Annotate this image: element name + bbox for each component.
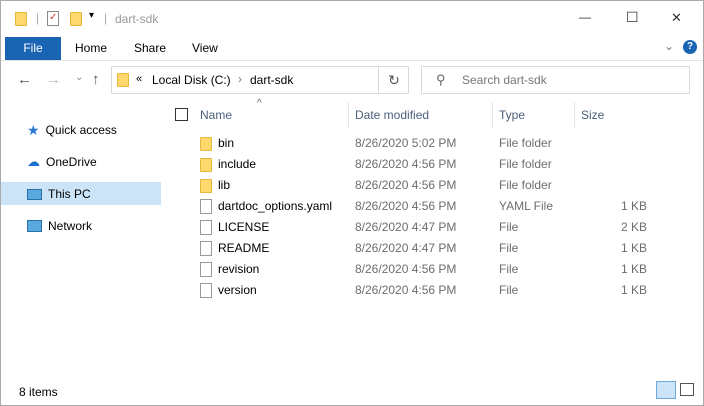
file-date: 8/26/2020 4:56 PM bbox=[355, 178, 457, 192]
close-button[interactable]: ✕ bbox=[671, 10, 682, 26]
properties-icon[interactable]: ✓ bbox=[47, 11, 59, 26]
file-date: 8/26/2020 5:02 PM bbox=[355, 136, 457, 150]
collapse-ribbon-icon[interactable]: ⌄ bbox=[664, 39, 674, 53]
search-input[interactable]: ⚲ Search dart-sdk bbox=[421, 66, 690, 94]
file-size: 1 KB bbox=[620, 241, 647, 255]
file-type: File bbox=[499, 220, 519, 234]
file-size: 1 KB bbox=[620, 199, 647, 213]
file-name: README bbox=[218, 241, 270, 255]
recent-locations-button[interactable]: ⌄ bbox=[75, 72, 83, 83]
maximize-button[interactable]: ☐ bbox=[626, 9, 639, 26]
file-row[interactable]: version 8/26/2020 4:56 PM File 1 KB bbox=[1, 280, 703, 301]
title-bar: | ✓ ▾ | dart-sdk — ☐ ✕ bbox=[1, 1, 703, 37]
file-name: dartdoc_options.yaml bbox=[218, 199, 333, 213]
forward-button[interactable]: → bbox=[46, 71, 61, 88]
file-type: File folder bbox=[499, 136, 552, 150]
file-date: 8/26/2020 4:56 PM bbox=[355, 199, 457, 213]
file-row[interactable]: lib 8/26/2020 4:56 PM File folder bbox=[1, 175, 703, 196]
column-name[interactable]: Name bbox=[200, 108, 232, 122]
column-size[interactable]: Size bbox=[581, 108, 604, 122]
tab-file[interactable]: File bbox=[5, 37, 61, 60]
details-view-button[interactable] bbox=[656, 381, 676, 399]
search-icon: ⚲ bbox=[436, 72, 446, 87]
folder-icon bbox=[200, 158, 212, 172]
new-folder-icon[interactable] bbox=[70, 12, 82, 26]
folder-icon bbox=[200, 179, 212, 193]
column-date-modified[interactable]: Date modified bbox=[355, 108, 429, 122]
file-name: bin bbox=[218, 136, 235, 150]
file-date: 8/26/2020 4:56 PM bbox=[355, 157, 457, 171]
back-button[interactable]: ← bbox=[17, 71, 32, 88]
file-type: File folder bbox=[499, 178, 552, 192]
select-all-checkbox[interactable] bbox=[175, 108, 188, 121]
file-size: 1 KB bbox=[620, 262, 647, 276]
file-date: 8/26/2020 4:56 PM bbox=[355, 262, 457, 276]
refresh-button[interactable]: ↻ bbox=[378, 66, 409, 94]
address-bar[interactable]: « Local Disk (C:) › dart-sdk ↻ bbox=[111, 66, 409, 94]
sort-ascending-icon: ^ bbox=[257, 98, 262, 109]
search-placeholder: Search dart-sdk bbox=[462, 73, 547, 87]
file-type: File bbox=[499, 283, 519, 297]
overflow-crumbs[interactable]: « bbox=[136, 73, 142, 85]
file-type: File bbox=[499, 241, 519, 255]
minimize-button[interactable]: — bbox=[579, 10, 591, 24]
file-size: 1 KB bbox=[620, 283, 647, 297]
file-name: LICENSE bbox=[218, 220, 270, 234]
large-icons-view-button[interactable] bbox=[680, 383, 694, 396]
file-date: 8/26/2020 4:47 PM bbox=[355, 241, 457, 255]
file-type: File folder bbox=[499, 157, 552, 171]
file-date: 8/26/2020 4:47 PM bbox=[355, 220, 457, 234]
status-item-count: 8 items bbox=[19, 385, 58, 399]
customize-qat-icon[interactable]: ▾ bbox=[89, 10, 94, 21]
file-row[interactable]: revision 8/26/2020 4:56 PM File 1 KB bbox=[1, 259, 703, 280]
file-row[interactable]: dartdoc_options.yaml 8/26/2020 4:56 PM Y… bbox=[1, 196, 703, 217]
crumb-local-disk[interactable]: Local Disk (C:) bbox=[152, 73, 231, 87]
help-icon[interactable]: ? bbox=[683, 40, 697, 54]
file-icon bbox=[200, 262, 212, 277]
file-date: 8/26/2020 4:56 PM bbox=[355, 283, 457, 297]
folder-icon bbox=[200, 137, 212, 151]
file-name: revision bbox=[218, 262, 260, 276]
folder-icon bbox=[117, 73, 129, 87]
file-icon bbox=[200, 199, 212, 214]
file-name: include bbox=[218, 157, 257, 171]
window-title: dart-sdk bbox=[115, 12, 159, 26]
up-button[interactable]: ↑ bbox=[92, 71, 100, 88]
file-type: YAML File bbox=[499, 199, 554, 213]
column-type[interactable]: Type bbox=[499, 108, 525, 122]
crumb-separator[interactable]: › bbox=[238, 72, 242, 86]
tab-share[interactable]: Share bbox=[134, 37, 166, 60]
file-size: 2 KB bbox=[620, 220, 647, 234]
file-row[interactable]: bin 8/26/2020 5:02 PM File folder bbox=[1, 133, 703, 154]
tab-home[interactable]: Home bbox=[75, 37, 107, 60]
file-icon bbox=[200, 220, 212, 235]
file-name: lib bbox=[218, 178, 231, 192]
file-row[interactable]: include 8/26/2020 4:56 PM File folder bbox=[1, 154, 703, 175]
file-row[interactable]: README 8/26/2020 4:47 PM File 1 KB bbox=[1, 238, 703, 259]
file-icon bbox=[200, 283, 212, 298]
file-icon bbox=[200, 241, 212, 256]
file-name: version bbox=[218, 283, 257, 297]
crumb-dart-sdk[interactable]: dart-sdk bbox=[250, 73, 293, 87]
tab-view[interactable]: View bbox=[192, 37, 218, 60]
folder-icon bbox=[15, 12, 27, 26]
file-row[interactable]: LICENSE 8/26/2020 4:47 PM File 2 KB bbox=[1, 217, 703, 238]
file-type: File bbox=[499, 262, 519, 276]
